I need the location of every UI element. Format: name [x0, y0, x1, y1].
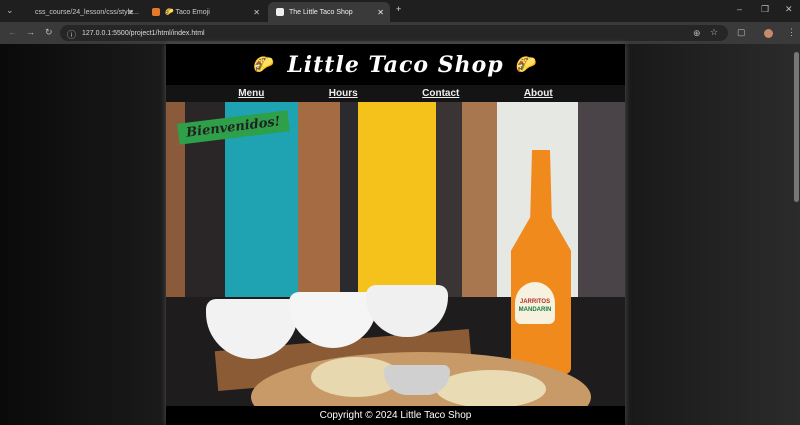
- back-icon[interactable]: ←: [8, 27, 17, 37]
- bottle-brand-label: JARRITOS: [519, 299, 551, 305]
- tab-little-taco-shop[interactable]: The Little Taco Shop ✕: [268, 2, 390, 22]
- nav-menu-link[interactable]: Menu: [238, 88, 264, 99]
- tab-label: The Little Taco Shop: [289, 8, 353, 16]
- taco-icon: 🌮: [253, 54, 276, 75]
- main-nav: Menu Hours Contact About: [166, 85, 625, 102]
- tab-label: 🌮 Taco Emoji: [165, 9, 210, 16]
- salsa-cup: [384, 365, 450, 395]
- bookmark-star-icon[interactable]: ☆: [710, 27, 718, 38]
- nav-about-link[interactable]: About: [524, 88, 553, 99]
- scrollbar[interactable]: [794, 52, 799, 202]
- site-footer: Copyright © 2024 Little Taco Shop: [166, 406, 625, 425]
- window-close-icon[interactable]: ✕: [785, 4, 793, 15]
- menu-icon[interactable]: ⋮: [787, 27, 796, 38]
- minimize-icon[interactable]: –: [737, 4, 742, 14]
- emojipedia-icon: [152, 8, 160, 16]
- zoom-icon[interactable]: ⊕: [693, 28, 701, 39]
- close-icon[interactable]: ✕: [377, 8, 384, 17]
- tab-github[interactable]: css_course/24_lesson/css/style... ✕: [22, 2, 140, 22]
- url-input[interactable]: ⓘ 127.0.0.1:5500/project1/html/index.html…: [60, 25, 728, 41]
- tab-label: css_course/24_lesson/css/style...: [35, 8, 139, 16]
- page-viewport: 🌮 Little Taco Shop 🌮 Menu Hours Contact …: [0, 44, 800, 425]
- nav-hours-link[interactable]: Hours: [329, 88, 358, 99]
- copyright-text: Copyright © 2024 Little Taco Shop: [319, 410, 472, 421]
- forward-icon[interactable]: →: [26, 27, 35, 37]
- extensions-icon[interactable]: ▢: [737, 27, 746, 38]
- close-icon[interactable]: ✕: [253, 8, 260, 17]
- reload-icon[interactable]: ↻: [45, 27, 53, 38]
- taco-icon: 🌮: [515, 54, 538, 75]
- tab-bar: ⌄ css_course/24_lesson/css/style... ✕ 🌮 T…: [0, 0, 800, 22]
- address-bar: ← → ↻ ⓘ 127.0.0.1:5500/project1/html/inde…: [0, 22, 800, 44]
- url-text: 127.0.0.1:5500/project1/html/index.html: [82, 29, 205, 37]
- site-header: 🌮 Little Taco Shop 🌮: [166, 44, 625, 85]
- page-icon: [276, 8, 284, 16]
- site-info-icon[interactable]: ⓘ: [67, 28, 76, 41]
- site-title: Little Taco Shop: [287, 51, 504, 78]
- hero-image: JARRITOS MANDARIN Bienvenidos!: [166, 102, 625, 406]
- tab-taco-emoji[interactable]: 🌮 Taco Emoji ✕: [144, 2, 266, 22]
- restore-icon[interactable]: ❐: [761, 4, 769, 15]
- taco: [436, 370, 546, 406]
- tab-search-icon[interactable]: ⌄: [6, 5, 14, 16]
- close-icon[interactable]: ✕: [127, 8, 134, 17]
- site-container: 🌮 Little Taco Shop 🌮 Menu Hours Contact …: [166, 44, 625, 425]
- nav-contact-link[interactable]: Contact: [422, 88, 459, 99]
- new-tab-icon[interactable]: +: [396, 4, 401, 14]
- bottle-flavor-label: MANDARIN: [518, 307, 552, 313]
- profile-avatar[interactable]: [764, 29, 773, 38]
